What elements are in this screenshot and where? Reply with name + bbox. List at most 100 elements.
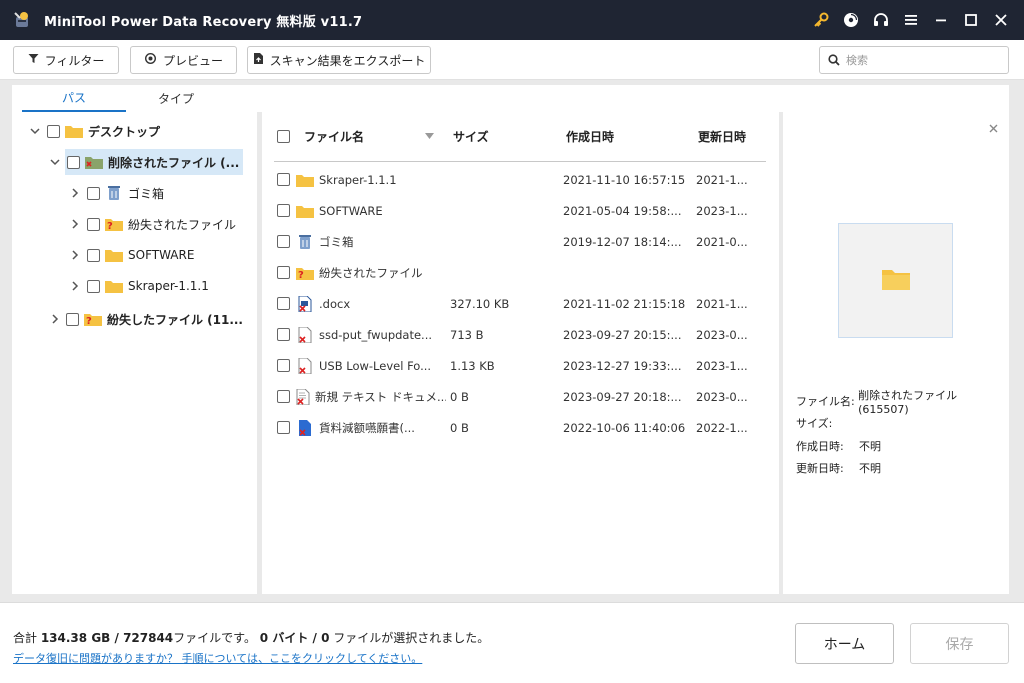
row-checkbox[interactable] [277,328,290,341]
table-row[interactable]: Skraper-1.1.1 2021-11-10 16:57:15 2021-1… [262,164,779,195]
file-name: SOFTWARE [319,203,383,218]
chevron-right-icon[interactable] [68,186,82,200]
export-label: スキャン結果をエクスポート [269,53,426,68]
close-preview-icon[interactable] [985,120,1001,136]
table-row[interactable]: .docx 327.10 KB 2021-11-02 21:15:18 2021… [262,288,779,319]
window-title: MiniTool Power Data Recovery 無料版 v11.7 [44,14,363,30]
column-header-created[interactable]: 作成日時 [566,112,614,160]
eye-icon [144,52,157,67]
tree-item-label: 紛失されたファイル [128,217,237,232]
column-header-name[interactable]: ファイル名 [304,112,434,160]
tree-item-skraper[interactable]: Skraper-1.1.1 [68,273,243,299]
export-button[interactable]: スキャン結果をエクスポート [247,46,431,74]
minimize-icon[interactable] [928,7,954,33]
preview-name-value: 削除されたファイル (615507) [858,388,958,416]
preview-modified-row: 更新日時: 不明 [796,457,881,479]
preview-size-label: サイズ: [796,417,833,430]
table-row[interactable]: ssd-put_fwupdate... 713 B 2023-09-27 20:… [262,319,779,350]
tab-type[interactable]: タイプ [124,85,228,112]
chevron-right-icon[interactable] [68,248,82,262]
summary-sep: / [308,631,322,645]
tree-checkbox[interactable] [87,217,100,231]
disc-icon[interactable] [838,7,864,33]
tree-item-software[interactable]: SOFTWARE [68,242,243,268]
file-modified: 2021-1... [696,172,748,187]
table-row[interactable]: ゴミ箱 2019-12-07 18:14:... 2021-0... [262,226,779,257]
file-name: USB Low-Level Fo... [319,358,432,373]
row-checkbox[interactable] [277,359,290,372]
file-size: 0 B [450,389,469,404]
tree-item-recycle-bin[interactable]: ゴミ箱 [68,180,243,206]
row-checkbox[interactable] [277,173,290,186]
search-box[interactable] [819,46,1009,74]
home-button-label: ホーム [823,636,866,653]
file-modified: 2023-1... [696,358,748,373]
tree-checkbox[interactable] [87,279,100,293]
tree-checkbox[interactable] [66,312,79,326]
deleted-folder-icon [85,154,103,170]
folder-icon [105,278,123,294]
file-name: 紛失されたファイル [319,265,423,280]
file-name: ゴミ箱 [319,234,354,249]
chevron-down-icon[interactable] [28,124,42,138]
headset-icon[interactable] [868,7,894,33]
select-all-checkbox[interactable] [277,129,290,143]
row-checkbox[interactable] [277,421,290,434]
table-row[interactable]: 新規 テキスト ドキュメ... 0 B 2023-09-27 20:18:...… [262,381,779,412]
filter-button[interactable]: フィルター [13,46,119,74]
preview-label: プレビュー [162,53,223,68]
sort-down-icon[interactable] [425,133,434,139]
row-checkbox[interactable] [277,204,290,217]
table-row[interactable]: SOFTWARE 2021-05-04 19:58:... 2023-1... [262,195,779,226]
lost-folder-icon: ? [105,216,123,232]
folder-icon [881,268,910,293]
tree-checkbox[interactable] [67,155,80,169]
column-header-modified[interactable]: 更新日時 [698,112,746,160]
file-modified: 2023-0... [696,327,748,342]
help-link[interactable]: データ復旧に問題がありますか？ 手順については、ここをクリックしてください。 [13,650,422,666]
table-row[interactable]: ? 紛失されたファイル [262,257,779,288]
tree-checkbox[interactable] [47,124,60,138]
menu-icon[interactable] [898,7,924,33]
chevron-right-icon[interactable] [68,279,82,293]
row-checkbox[interactable] [277,266,290,279]
chevron-down-icon[interactable] [48,155,62,169]
column-name-label: ファイル名 [304,129,365,144]
tree-item-label: SOFTWARE [128,248,195,262]
tree-item-label: ゴミ箱 [128,186,165,201]
tree-checkbox[interactable] [87,248,100,262]
home-button[interactable]: ホーム [795,623,894,664]
file-name: 貨料減额嚥願書(... [319,420,415,435]
file-created: 2021-05-04 19:58:... [563,203,682,218]
tree-item-lost-files-root[interactable]: ? 紛失したファイル (11... [48,306,243,332]
save-button[interactable]: 保存 [910,623,1009,664]
tree-item-label: 削除されたファイル (... [108,155,240,170]
column-header-size[interactable]: サイズ [453,112,489,160]
tree-item-desktop[interactable]: デスクトップ [28,118,243,144]
deleted-text-icon [296,388,310,405]
table-row[interactable]: USB Low-Level Fo... 1.13 KB 2023-12-27 1… [262,350,779,381]
tab-path[interactable]: パス [22,85,126,112]
preview-button[interactable]: プレビュー [130,46,237,74]
file-list-panel: ファイル名 サイズ 作成日時 更新日時 Skraper-1.1.1 2021-1… [262,112,779,594]
tree-item-lost-files[interactable]: ? 紛失されたファイル [68,211,243,237]
row-checkbox[interactable] [277,235,290,248]
app-logo-icon [12,9,34,31]
tree-checkbox[interactable] [87,186,100,200]
preview-created-value: 不明 [859,440,881,453]
lost-folder-icon: ? [296,265,314,281]
search-input[interactable] [846,53,996,67]
table-row[interactable]: 貨料減额嚥願書(... 0 B 2022-10-06 11:40:06 2022… [262,412,779,443]
maximize-icon[interactable] [958,7,984,33]
key-icon[interactable] [808,7,834,33]
chevron-right-icon[interactable] [68,217,82,231]
tree-item-deleted-files-content[interactable]: 削除されたファイル (... [48,149,243,175]
row-checkbox[interactable] [277,390,290,403]
file-created: 2023-09-27 20:18:... [563,389,682,404]
file-size: 1.13 KB [450,358,495,373]
folder-icon [296,172,314,188]
recycle-bin-icon [105,185,123,201]
chevron-right-icon[interactable] [48,312,61,326]
close-icon[interactable] [988,7,1014,33]
row-checkbox[interactable] [277,297,290,310]
